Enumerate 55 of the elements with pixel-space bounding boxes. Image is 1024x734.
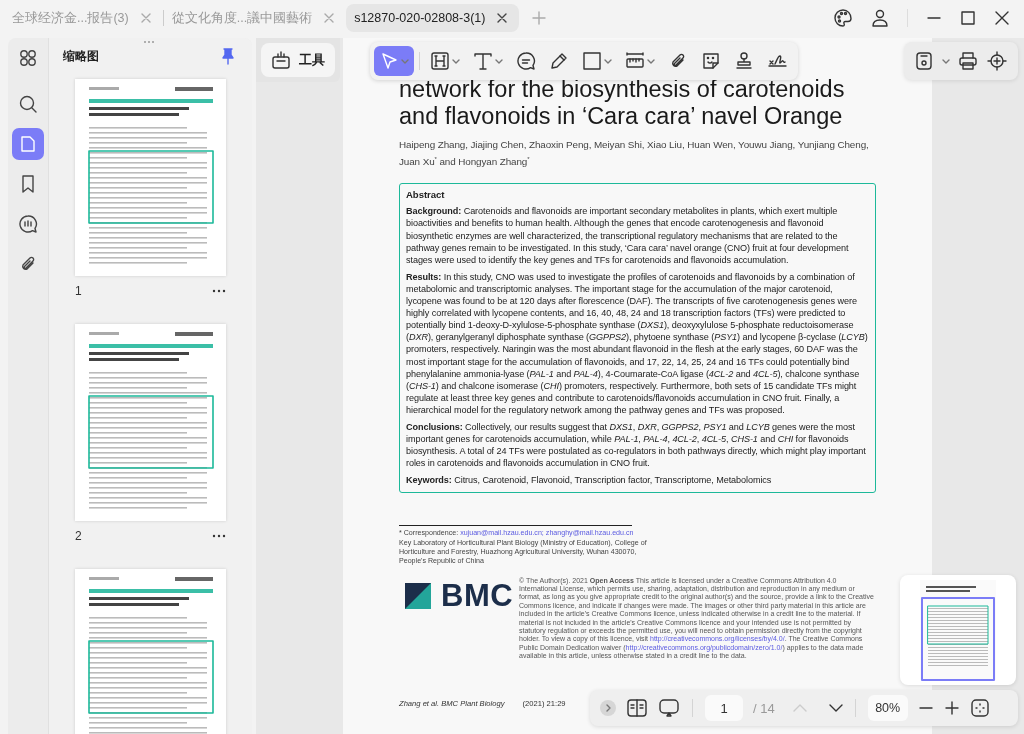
more-icon[interactable] [212,289,226,293]
page-total: / 14 [753,700,775,716]
user-icon[interactable] [871,8,889,28]
caret-icon[interactable] [452,58,460,64]
panel-title: 缩略图 [63,48,99,65]
author-list: Haipeng Zhang, Jiajing Chen, Zhaoxin Peng, Meiyan Shi, Xiao Liu, Huan Wen, Youwu Jiang, Yunjiang Cheng, Juan Xu$^{*}$ and Hongyan Zhang$^{*}$ [399,138,876,170]
more-icon[interactable] [212,534,226,538]
close-icon[interactable] [994,10,1010,26]
page-number-field[interactable]: 1 [705,695,743,721]
abstract-paragraph: Keywords: Citrus, Carotenoid, Flavonoid, Transcription factor, Transcriptome, Metabolomics [406,474,773,487]
next-page-icon[interactable] [828,704,843,712]
assistant-icon[interactable] [986,50,1008,72]
text-icon[interactable] [473,51,493,71]
caret-icon[interactable] [604,58,612,64]
tools-label[interactable]: 工具 [299,51,325,69]
caret-icon[interactable] [647,58,655,64]
pin-icon[interactable] [220,48,236,65]
reading-mode-icon[interactable] [626,698,648,718]
abstract-paragraph: Results: In this study, CNO was used to investigate the profiles of carotenoids and flavonoids by a combination of metabolomic and transcriptomic analyses. The important stage for the accumulation of the major carotenoid, lycopene was found to be at 120 days after florescence (DAF). The transcripts of five carotenogenesis genes were highly correlated with lycopene contents, and 16, 40, 48, 24 and 18 transcription factors (TFs) were predicted to potentially bind 1-deoxy-D-xylulose-5-phosphate synthase (DXS1), deoxyxylulose 5-phosphate reductoisomerase (DXR), geranylgeranyl diphosphate synthase (GGPPS2), phytoene synthase (PSY1) and lycopene β-cyclase (LCYB) promoters, respectively. Naringin was the most abundant flavonoid in the flesh at the early stages, 60 DAF was the most important stage for the accumulation of flavonoids, and 17, 22, 14, 25, 24 and 16 TFs could potentially bind phenylalanine ammonia-lyase (PAL-1 and PAL-4), 4-Coumarate-CoA ligase (4CL-2 and 4CL-5), chalcone synthase (CHS-1) and chalcone isomerase (CHI) promoters, respectively. Furthermore, both sets of 15 candidate TFs might regulate at least three key genes and contribute to carotenoids/flavonoids accumulation in CNO fruit. Finally, a hierarchical model for the regulatory network among the pathway genes and TFs was proposed. [406,270,869,416]
tools-button[interactable]: 工具 [261,43,335,77]
caret-icon[interactable] [495,58,503,64]
rectangle-icon[interactable] [582,51,602,71]
save-icon[interactable] [914,51,934,71]
abstract-paragraph: Background: Carotenoids and flavonoids are important secondary metabolites in plants, which exert multiple bioactivities and benefits to human health. Although the genes that encode carotenogenesis and flavonoid biosynthetic enzymes are well characterized, the transcriptional regulatory mechanisms that are related to the pathway genes remain to be investigated. In this study, ‘Cara cara’ navel orange (CNO) fruit at four development stages were used to identify the key genes and TFs for carotenoids and flavonoids accumulation. [406,205,850,266]
article-title-line: and flavonoids in ‘Cara cara’ navel Orange [399,103,844,130]
page-thumbnail-drawing[interactable] [75,324,226,521]
abstract-heading: Abstract [406,189,446,202]
page-thumbnail-drawing[interactable] [75,569,226,734]
search-icon[interactable] [18,94,38,114]
palette-icon[interactable] [833,8,853,28]
logo-text: BMC [441,580,514,611]
fit-page-icon[interactable] [969,698,990,718]
document-tab[interactable]: s12870-020-02808-3(1) [346,4,520,32]
page-thumbnail-drawing[interactable] [75,79,226,276]
comment-icon[interactable] [18,214,38,234]
drag-handle-icon[interactable] [143,40,155,44]
presentation-icon[interactable] [658,698,680,718]
expand-icon[interactable] [600,700,616,716]
article-title-line: network for the biosynthesis of carotenoids [399,76,846,103]
caret-icon[interactable] [942,58,950,64]
zoom-level-button[interactable]: 80% [867,695,908,721]
cursor-icon[interactable] [379,51,399,71]
maximize-icon[interactable] [960,10,976,26]
abstract-paragraph: Conclusions: Collectively, our results suggest that DXS1, DXR, GGPPS2, PSY1 and LCYB genes were the most important genes for carotenoids accumulation, while PAL-1, PAL-4, 4CL-2, 4CL-5, CHS-1 and CHI for flavonoids biosynthesis. A total of 24 TFs were postulated as co-regulators in both pathways directly, which might play important roles in carotenoids and flavonoids accumulation in CNO fruit. [406,421,867,470]
logo-mark-icon [405,582,431,609]
page-number: 1 [75,284,82,298]
page-number: 2 [75,529,82,543]
ruler-icon[interactable] [625,51,645,71]
zoom-in-icon[interactable] [943,700,960,716]
tab-label[interactable]: s12870-020-02808-3(1) [354,11,486,25]
heading-icon[interactable] [430,51,450,71]
page-icon[interactable] [18,134,38,154]
print-icon[interactable] [958,51,978,71]
apps-icon[interactable] [18,48,38,68]
toolbox-icon [271,50,291,70]
